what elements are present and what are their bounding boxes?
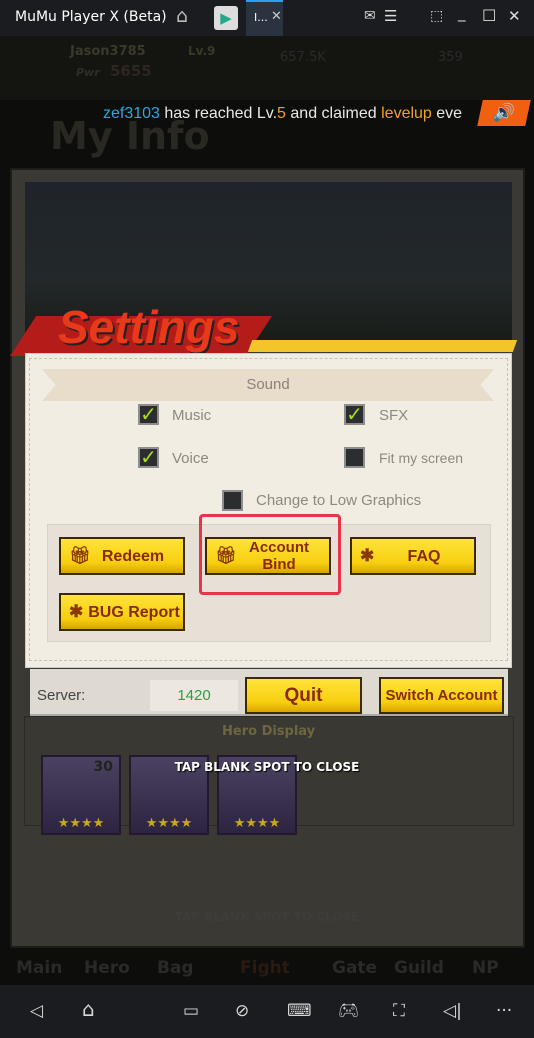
gems-value: 359 [438,50,463,65]
player-level: Lv.9 [188,44,216,58]
fit-screen-checkbox[interactable] [344,447,365,468]
sfx-label: SFX [379,407,409,424]
tap-close-hint-bg: TAP BLANK SPOT TO CLOSE [174,910,360,924]
gold-value: 657.5K [280,50,326,65]
announce-event: levelup [381,105,432,122]
sfx-checkbox[interactable]: ✓ [344,404,365,425]
bug-icon: ✱ [69,602,84,621]
music-checkbox[interactable]: ✓ [138,404,159,425]
power-label: Pwr [76,66,100,79]
highlight-box [199,514,341,595]
home-icon[interactable]: ⌂ [82,997,95,1021]
speaker-icon[interactable]: 🔊 [477,100,531,126]
hero-stars: ★★★★ [233,816,281,831]
nav-hero[interactable]: Hero [84,958,130,978]
player-name: Jason3785 [70,44,146,59]
record-icon[interactable]: ▭ [183,1001,199,1021]
keyboard-icon[interactable]: ⌨ [287,1001,312,1021]
mail-icon[interactable]: ✉ [364,8,376,24]
voice-checkbox[interactable]: ✓ [138,447,159,468]
hero-stars: ★★★★ [145,816,193,831]
announce-text: eve [431,105,463,122]
more-icon[interactable]: ··· [496,1001,512,1021]
nav-guild[interactable]: Guild [394,958,444,978]
nav-main[interactable]: Main [16,958,62,978]
volume-icon[interactable]: ◁| [443,1001,462,1021]
voice-label: Voice [172,450,209,467]
nav-bag[interactable]: Bag [157,958,194,978]
emulator-toolbar: ◁ ⌂ ▭ ⊘ ⌨ 🎮︎ ⛶ ◁| ··· [0,985,534,1038]
low-graphics-checkbox[interactable] [222,490,243,511]
settings-title-text: Settings [58,301,240,353]
quit-button[interactable]: Quit [245,677,362,714]
fullscreen-icon[interactable]: ⛶ [393,1001,405,1021]
home-icon[interactable]: ⌂ [176,5,188,27]
power-value: 5655 [110,62,152,80]
gamepad-icon[interactable]: 🎮︎ [338,1001,360,1021]
hero-stars: ★★★★ [57,816,105,831]
sound-header: Sound [42,369,494,401]
redeem-label: Redeem [101,547,165,565]
nav-np[interactable]: NP [472,958,499,978]
hero-display-label: Hero Display [222,724,316,739]
play-store-icon[interactable]: ▶ [214,6,238,30]
server-value: 1420 [150,680,238,711]
tab-active[interactable]: I... ✕ [246,0,283,36]
app-title: MuMu Player X (Beta) [15,9,167,25]
minimize-icon[interactable]: _ [458,4,466,22]
server-label: Server: [37,687,86,704]
announce-level: 5 [277,105,286,122]
bug-report-button[interactable]: ✱ BUG Report [59,593,185,631]
settings-title: Settings [58,300,239,354]
close-icon[interactable]: ✕ [271,9,282,24]
redeem-button[interactable]: 🎁︎ Redeem [59,537,185,575]
music-label: Music [172,407,212,424]
bug-report-label: BUG Report [88,603,180,621]
bug-icon: ✱ [360,546,375,565]
page-title: My Info [50,114,210,158]
tap-close-hint[interactable]: TAP BLANK SPOT TO CLOSE [0,760,534,774]
low-graphics-label: Change to Low Graphics [256,492,422,509]
banner-stripe [247,340,518,352]
gift-icon: 🎁︎ [69,546,91,565]
maximize-icon[interactable]: ☐ [482,6,496,25]
close-window-icon[interactable]: ✕ [508,7,521,25]
tab-label: I... [254,11,268,24]
title-bar: MuMu Player X (Beta) ⌂ ▶ I... ✕ ✉ ☰ ⬚ _ … [0,0,534,36]
nav-fight[interactable]: Fight [240,958,290,978]
announce-text: and claimed [285,105,382,122]
switch-account-button[interactable]: Switch Account [379,677,504,714]
fit-screen-label: Fit my screen [379,450,464,466]
nav-gate[interactable]: Gate [332,958,377,978]
menu-icon[interactable]: ☰ [384,7,397,25]
screenshot-icon[interactable]: ⬚ [430,8,443,24]
player-header: Jason3785 Lv.9 Pwr 5655 657.5K 359 [0,36,534,100]
faq-button[interactable]: ✱ FAQ [350,537,476,575]
back-icon[interactable]: ◁ [30,1001,43,1021]
screen-record-icon[interactable]: ⊘ [235,1001,249,1021]
faq-label: FAQ [407,547,441,565]
